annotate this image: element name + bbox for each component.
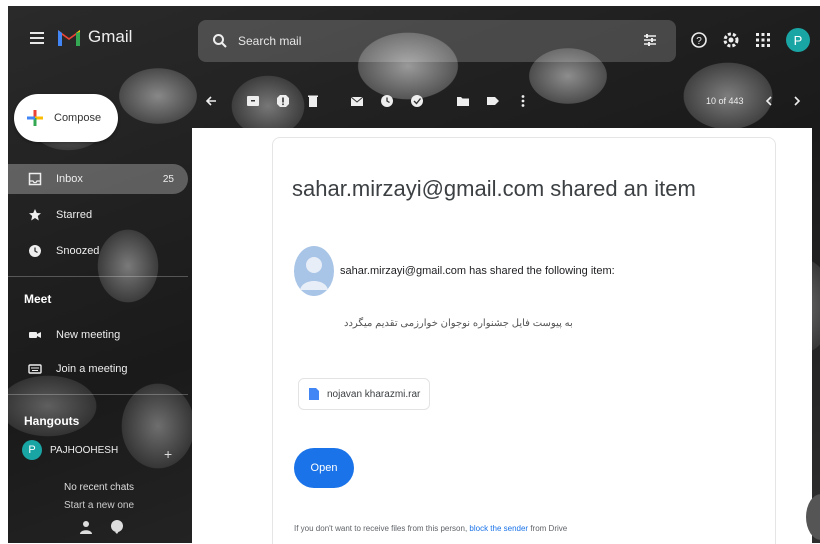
delete-icon[interactable] [306,94,320,108]
help-icon[interactable]: ? [690,31,708,49]
header-actions: ? P [690,28,810,52]
star-icon [29,209,41,221]
sidebar-item-snoozed[interactable]: Snoozed [8,236,188,266]
inbox-icon [28,172,42,186]
keyboard-icon [28,364,42,374]
mark-unread-icon[interactable] [350,94,364,108]
sender-avatar-icon [294,246,334,296]
hangouts-user[interactable]: P PAJHOOHESH [22,440,118,460]
sidebar-divider [8,394,188,395]
compose-button[interactable]: Compose [14,94,118,142]
sidebar-item-join-meeting[interactable]: Join a meeting [8,354,188,384]
sidebar-item-inbox[interactable]: Inbox 25 [8,164,188,194]
hangouts-bottom-bar [80,520,124,534]
shared-file-chip[interactable]: nojavan kharazmi.rar [298,378,430,410]
sidebar-item-label: Inbox [56,173,83,185]
person-icon[interactable] [80,520,92,534]
message-body: به پیوست فایل جشنواره نوجوان خوارزمی تقد… [344,318,573,329]
apps-grid-icon[interactable] [754,31,772,49]
more-vert-icon[interactable] [516,94,530,108]
compose-plus-icon [27,110,43,126]
shared-description: sahar.mirzayi@gmail.com has shared the f… [340,265,615,277]
archive-icon[interactable] [246,94,260,108]
search-options-icon[interactable] [642,32,658,48]
add-chat-plus-icon[interactable]: + [164,446,172,462]
hangouts-avatar: P [22,440,42,460]
search-bar[interactable]: Search mail [198,20,676,62]
shared-file-name: nojavan kharazmi.rar [327,388,421,400]
snooze-icon[interactable] [380,94,394,108]
sidebar-item-label: Join a meeting [56,363,128,375]
sidebar-item-label: New meeting [56,329,121,341]
label-icon[interactable] [486,94,500,108]
gmail-logo[interactable]: Gmail [56,26,132,48]
account-avatar[interactable]: P [786,28,810,52]
back-arrow-icon[interactable] [204,94,218,108]
app-header: Gmail Search mail ? P [8,6,820,70]
inbox-unread-count: 25 [162,173,174,185]
add-task-icon[interactable] [410,94,424,108]
report-spam-icon[interactable] [276,94,290,108]
sidebar-item-label: Snoozed [56,245,100,257]
gmail-m-icon [58,30,80,46]
hangouts-chat-icon[interactable] [110,520,124,534]
hangouts-user-name: PAJHOOHESH [50,444,119,456]
move-to-icon[interactable] [456,94,470,108]
compose-label: Compose [54,112,102,124]
block-sender-link[interactable]: block the sender [469,524,528,533]
meet-section-title: Meet [24,292,52,306]
open-button[interactable]: Open [294,448,354,488]
sidebar-item-label: Starred [56,209,93,221]
message-subject: sahar.mirzayi@gmail.com shared an item [292,176,696,201]
older-chevron-icon[interactable] [790,94,804,108]
clock-icon [29,245,41,257]
footer-prefix: If you don't want to receive files from … [294,524,470,533]
pagination-count: 10 of 443 [706,96,744,106]
sidebar-item-starred[interactable]: Starred [8,200,188,230]
file-icon [309,388,319,400]
svg-text:?: ? [696,36,702,47]
hangouts-section-title: Hangouts [24,414,80,428]
video-icon [29,332,41,338]
newer-chevron-icon[interactable] [762,94,776,108]
search-icon[interactable] [212,33,228,49]
footer-suffix: from Drive [528,524,568,533]
settings-gear-icon[interactable] [722,31,740,49]
sidebar-divider [8,276,188,277]
sidebar-item-new-meeting[interactable]: New meeting [8,320,188,350]
search-input[interactable]: Search mail [238,34,301,48]
main-menu-icon[interactable] [30,32,44,44]
app-name: Gmail [88,27,133,46]
no-recent-chats-text: No recent chats [64,482,135,493]
start-new-chat-link[interactable]: Start a new one [64,500,134,511]
footer-note: If you don't want to receive files from … [294,524,567,533]
